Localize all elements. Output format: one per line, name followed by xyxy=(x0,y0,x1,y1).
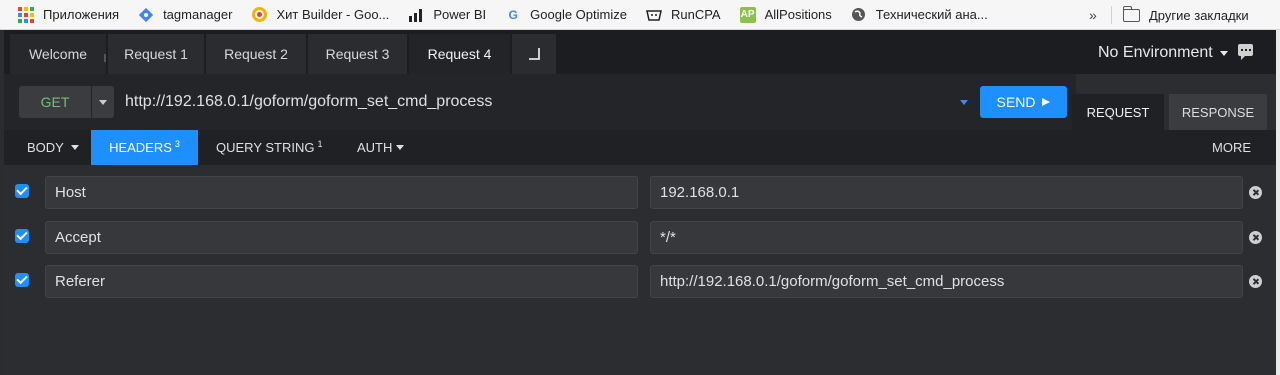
allpositions-icon: AP xyxy=(739,6,756,23)
send-label: SEND xyxy=(996,94,1036,110)
bookmark-label: RunCPA xyxy=(670,7,721,22)
send-arrow-icon xyxy=(1042,98,1051,106)
bookmark-tech-analysis[interactable]: Технический ана... xyxy=(851,7,988,23)
runcpa-icon xyxy=(646,7,662,23)
subtab-headers[interactable]: HEADERS 3 xyxy=(91,130,198,165)
header-row: Accept */* xyxy=(4,221,1276,255)
bookmark-tagmanager[interactable]: tagmanager xyxy=(138,7,232,23)
remove-header-icon[interactable] xyxy=(1249,275,1262,288)
method-select[interactable]: GET xyxy=(19,86,91,118)
subtab-label: HEADERS xyxy=(109,140,172,155)
header-enabled-checkbox[interactable] xyxy=(15,229,29,243)
subtab-label: AUTH xyxy=(357,140,393,155)
tab-separator xyxy=(104,54,106,62)
bookmark-label: Технический ана... xyxy=(875,7,988,22)
bookmark-powerbi[interactable]: Power BI xyxy=(408,7,486,23)
new-tab-button[interactable] xyxy=(512,34,557,74)
tab-label: Request 3 xyxy=(325,46,390,62)
request-subtabs: BODY HEADERS 3 QUERY STRING 1 AUTH MORE xyxy=(4,130,1276,165)
tab-request-3[interactable]: Request 3 xyxy=(308,34,408,74)
window-scrollbar[interactable] xyxy=(1276,30,1280,375)
header-key-input[interactable]: Host xyxy=(45,176,638,209)
header-key-input[interactable]: Accept xyxy=(45,221,638,254)
subtab-body[interactable]: BODY xyxy=(16,130,90,165)
chevron-down-icon xyxy=(99,99,107,105)
bookmark-label: Google Optimize xyxy=(530,7,627,22)
bookmark-apps[interactable]: Приложения xyxy=(18,6,120,23)
bookmark-label: Power BI xyxy=(433,7,487,22)
bookmark-runcpa[interactable]: RunCPA xyxy=(646,7,721,23)
tab-label: Request 4 xyxy=(427,46,492,62)
remove-header-icon[interactable] xyxy=(1249,186,1262,199)
header-value-input[interactable]: */* xyxy=(650,221,1243,254)
other-bookmarks-label: Другие закладки xyxy=(1149,7,1249,23)
tab-request-panel[interactable]: REQUEST xyxy=(1072,94,1164,130)
query-count-badge: 1 xyxy=(317,138,323,149)
header-enabled-checkbox[interactable] xyxy=(15,184,29,198)
request-editor: GET http://192.168.0.1/goform/goform_set… xyxy=(4,74,1276,375)
globe-icon xyxy=(851,7,867,23)
header-enabled-checkbox[interactable] xyxy=(15,273,29,287)
apps-grid-icon xyxy=(18,6,34,23)
request-tab-bar: Welcome Request 1 Request 2 Request 3 Re… xyxy=(0,30,1280,74)
send-button[interactable]: SEND xyxy=(980,86,1067,118)
subtab-label: QUERY STRING xyxy=(216,140,315,155)
bookmarks-overflow-button[interactable]: » xyxy=(1089,7,1097,23)
header-row: Referer http://192.168.0.1/goform/goform… xyxy=(4,265,1276,299)
tab-label: Request 2 xyxy=(224,46,288,62)
tab-response-panel[interactable]: RESPONSE xyxy=(1169,94,1267,130)
chevron-down-icon xyxy=(70,145,79,150)
tab-request-1[interactable]: Request 1 xyxy=(108,34,205,74)
bookmark-label: Хит Builder - Goo... xyxy=(276,7,390,22)
headers-count-badge: 3 xyxy=(174,138,180,149)
bookmark-label: AllPositions xyxy=(764,7,832,22)
google-g-icon: G xyxy=(508,7,518,22)
bookmark-google-optimize[interactable]: G Google Optimize xyxy=(505,7,627,23)
bookmark-allpositions[interactable]: AP AllPositions xyxy=(739,6,832,23)
tab-request-4[interactable]: Request 4 xyxy=(409,34,511,74)
remove-header-icon[interactable] xyxy=(1249,231,1262,244)
bookmarks-bar: Приложения tagmanager Хит Builder - Goo.… xyxy=(0,0,1280,30)
tab-welcome[interactable]: Welcome xyxy=(10,34,107,74)
tab-request-2[interactable]: Request 2 xyxy=(206,34,307,74)
subtab-more[interactable]: MORE xyxy=(1212,130,1251,165)
new-tab-icon xyxy=(529,48,540,60)
header-value-input[interactable]: http://192.168.0.1/goform/goform_set_cmd… xyxy=(650,265,1243,298)
google-drive-icon xyxy=(251,7,267,23)
url-bar: GET http://192.168.0.1/goform/goform_set… xyxy=(4,74,1076,130)
environment-label: No Environment xyxy=(1098,44,1213,61)
header-key-input[interactable]: Referer xyxy=(45,265,638,298)
tab-label: Request 1 xyxy=(124,46,188,62)
url-history-dropdown-icon[interactable] xyxy=(960,100,968,105)
chevron-down-icon xyxy=(396,145,405,150)
bar-chart-icon xyxy=(408,7,424,23)
tab-label: Welcome xyxy=(28,46,88,62)
subtab-auth[interactable]: AUTH xyxy=(357,130,405,165)
bookmark-label: tagmanager xyxy=(163,7,233,22)
chat-icon[interactable] xyxy=(1238,44,1253,60)
bookmark-hit-builder[interactable]: Хит Builder - Goo... xyxy=(251,7,389,23)
subtab-query-string[interactable]: QUERY STRING 1 xyxy=(216,130,323,165)
environment-selector[interactable]: No Environment xyxy=(1098,44,1228,62)
subtab-label: BODY xyxy=(27,140,64,155)
folder-icon xyxy=(1122,5,1140,22)
header-value-input[interactable]: 192.168.0.1 xyxy=(650,176,1243,209)
method-dropdown-button[interactable] xyxy=(92,86,114,118)
chevron-down-icon xyxy=(1219,50,1228,56)
tagmanager-icon xyxy=(138,7,154,23)
bookmarks-divider xyxy=(1111,6,1112,24)
bookmark-label: Приложения xyxy=(43,7,120,22)
url-input[interactable]: http://192.168.0.1/goform/goform_set_cmd… xyxy=(125,93,492,111)
other-bookmarks-folder[interactable]: Другие закладки xyxy=(1122,0,1249,30)
header-row: Host 192.168.0.1 xyxy=(4,176,1276,210)
